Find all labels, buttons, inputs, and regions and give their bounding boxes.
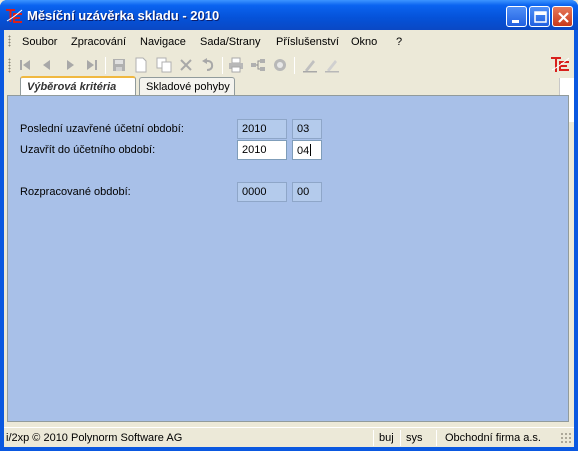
- app-logo-icon: [551, 57, 570, 72]
- refresh-icon[interactable]: [272, 57, 288, 73]
- in-progress-label: Rozpracované období:: [20, 186, 131, 198]
- structure-icon[interactable]: [250, 57, 266, 73]
- edit-all-icon[interactable]: [324, 57, 340, 73]
- last-closed-month-field: 03: [292, 119, 322, 139]
- minimize-button[interactable]: [506, 6, 527, 27]
- tab-vyberova-kriteria[interactable]: Výběrová kritéria: [20, 76, 136, 96]
- toolbar-separator: [105, 57, 106, 74]
- toolbar-separator: [294, 57, 295, 74]
- application-window: Měsíční uzávěrka skladu - 2010 Soubor Zp…: [0, 0, 578, 451]
- status-bar: i/2xp © 2010 Polynorm Software AG buj sy…: [4, 427, 574, 447]
- status-separator: [400, 430, 401, 446]
- client-area: Soubor Zpracování Navigace Sada/Strany P…: [4, 30, 574, 447]
- close-to-month-input[interactable]: 04: [292, 140, 322, 160]
- maximize-icon: [534, 11, 547, 23]
- toolbar-grip-icon[interactable]: [8, 58, 11, 73]
- close-button[interactable]: [552, 6, 573, 27]
- close-to-month-value: 04: [297, 145, 310, 157]
- in-progress-month-field: 00: [292, 182, 322, 202]
- menu-navigace[interactable]: Navigace: [140, 36, 186, 48]
- in-progress-year-field: 0000: [237, 182, 287, 202]
- close-to-year-input[interactable]: 2010: [237, 140, 287, 160]
- last-closed-label: Poslední uzavřené účetní období:: [20, 123, 184, 135]
- next-record-icon[interactable]: [62, 57, 78, 73]
- menu-soubor[interactable]: Soubor: [22, 36, 57, 48]
- menu-grip-icon[interactable]: [8, 35, 11, 47]
- status-separator: [373, 430, 374, 446]
- text-caret: [310, 144, 312, 156]
- last-closed-year-field: 2010: [237, 119, 287, 139]
- minimize-icon: [512, 20, 519, 23]
- status-system: sys: [406, 432, 423, 444]
- menu-okno[interactable]: Okno: [351, 36, 377, 48]
- undo-icon[interactable]: [200, 57, 216, 73]
- menu-zpracovani[interactable]: Zpracování: [71, 36, 126, 48]
- close-to-label: Uzavřít do účetního období:: [20, 144, 156, 156]
- print-icon[interactable]: [228, 57, 244, 73]
- copy-record-icon[interactable]: [156, 57, 172, 73]
- menu-prislusenstvi[interactable]: Příslušenství: [276, 36, 339, 48]
- app-logo-icon: [6, 9, 23, 23]
- menu-sada-strany[interactable]: Sada/Strany: [200, 36, 261, 48]
- previous-record-icon[interactable]: [39, 57, 55, 73]
- tab-skladove-pohyby[interactable]: Skladové pohyby: [139, 77, 235, 96]
- close-icon: [558, 12, 569, 23]
- status-copyright: i/2xp © 2010 Polynorm Software AG: [6, 432, 183, 444]
- menu-help[interactable]: ?: [396, 36, 402, 48]
- toolbar: [4, 52, 549, 78]
- maximize-button[interactable]: [529, 6, 550, 27]
- window-title: Měsíční uzávěrka skladu - 2010: [27, 8, 220, 23]
- menu-bar: Soubor Zpracování Navigace Sada/Strany P…: [4, 30, 574, 52]
- status-user: buj: [379, 432, 394, 444]
- save-icon[interactable]: [111, 57, 127, 73]
- criteria-panel: Poslední uzavřené účetní období: 2010 03…: [7, 95, 569, 422]
- new-record-icon[interactable]: [133, 57, 149, 73]
- resize-grip-icon[interactable]: [560, 432, 572, 444]
- delete-icon[interactable]: [178, 57, 194, 73]
- status-company: Obchodní firma a.s.: [445, 432, 541, 444]
- tab-label: Výběrová kritéria: [27, 81, 117, 93]
- tab-label: Skladové pohyby: [146, 81, 230, 93]
- toolbar-separator: [222, 57, 223, 74]
- last-record-icon[interactable]: [84, 57, 100, 73]
- status-separator: [436, 430, 437, 446]
- first-record-icon[interactable]: [17, 57, 33, 73]
- title-bar[interactable]: Měsíční uzávěrka skladu - 2010: [0, 0, 578, 30]
- edit-icon[interactable]: [302, 57, 318, 73]
